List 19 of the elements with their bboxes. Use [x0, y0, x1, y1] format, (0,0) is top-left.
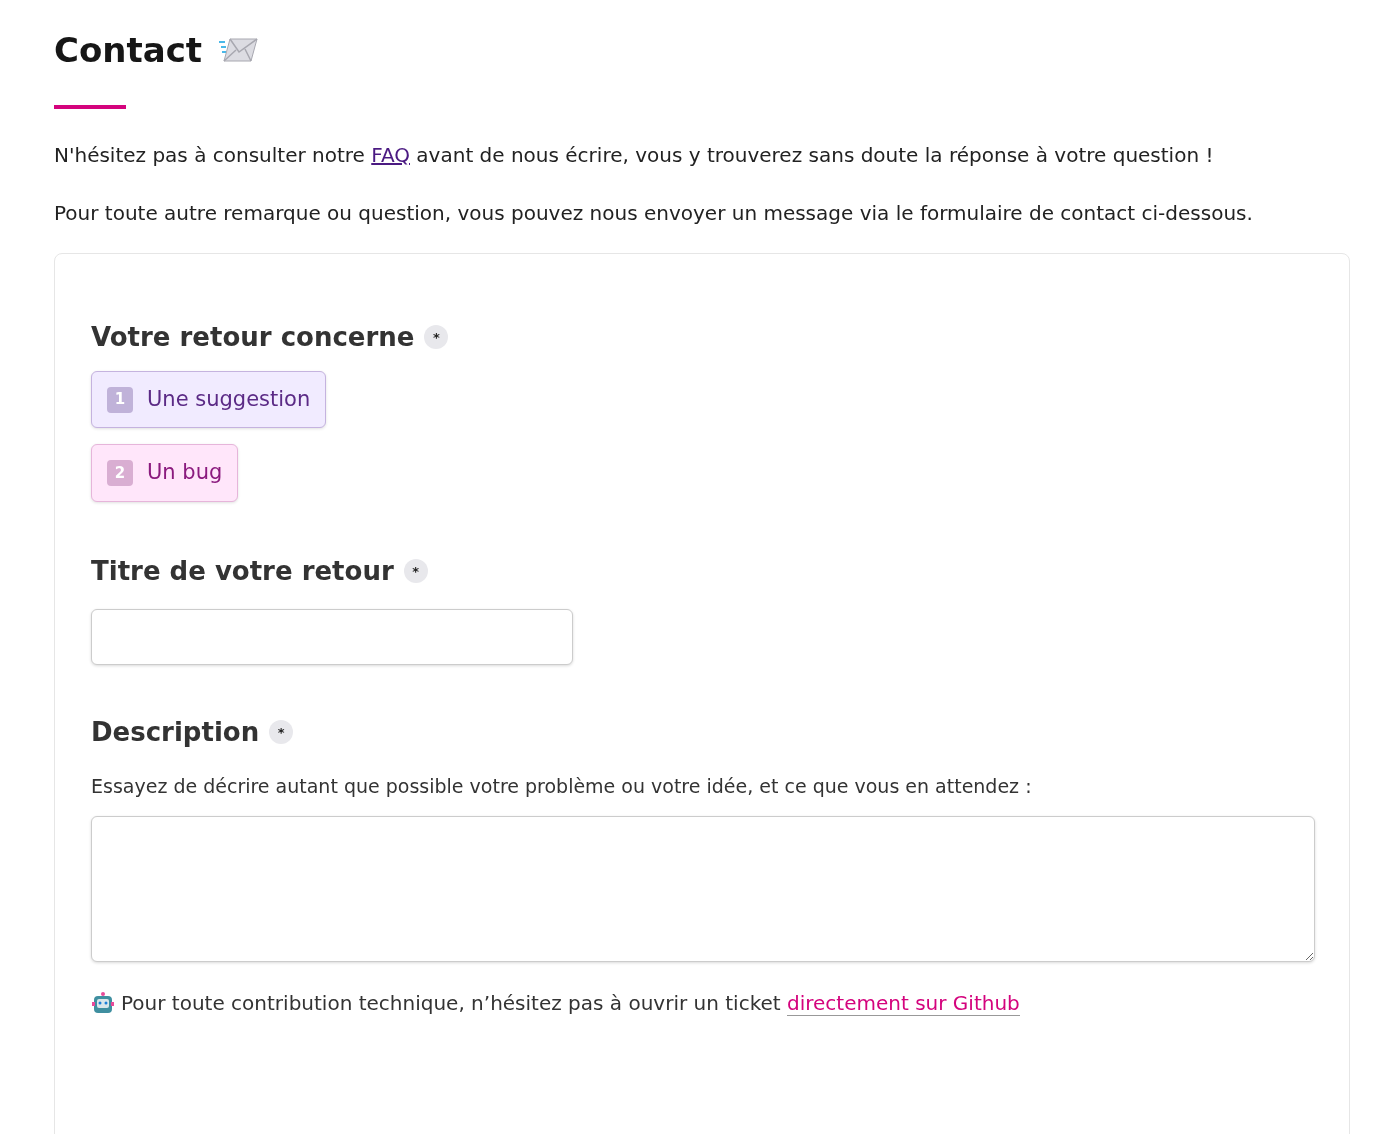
github-link[interactable]: directement sur Github	[787, 991, 1020, 1017]
help-text: Essayez de décrire autant que possible votre problème ou votre idée, et ce que vous en attendez :	[91, 773, 1033, 799]
choice-button[interactable]: 2 Un bug	[91, 444, 239, 502]
field-label: Description	[91, 715, 260, 749]
required-marker: *	[403, 559, 428, 584]
choice-button[interactable]: 1 Une suggestion	[91, 370, 327, 429]
required-marker: *	[269, 720, 294, 745]
intro-text: N'hésitez pas à consulter notre FAQ avant de nous écrire, vous y trouverez sans doute la réponse à votre question !	[54, 141, 1215, 169]
robot-icon	[91, 991, 115, 1016]
faq-link[interactable]: FAQ	[371, 142, 410, 167]
text-input[interactable]	[91, 608, 573, 665]
required-marker: *	[424, 325, 449, 350]
field-label: Votre retour concerne	[91, 320, 415, 354]
field-label: Titre de votre retour	[91, 554, 394, 588]
description-textarea[interactable]	[91, 816, 1315, 963]
contribution-text: Pour toute contribution technique, n’hésitez pas à ouvrir un ticket directement sur Github	[121, 990, 1020, 1019]
page-title: Contact	[54, 30, 203, 71]
intro-text: Pour toute autre remarque ou question, vous pouvez nous envoyer un message via le formulaire de contact ci-dessous.	[54, 199, 1254, 227]
envelope-icon	[218, 37, 259, 64]
